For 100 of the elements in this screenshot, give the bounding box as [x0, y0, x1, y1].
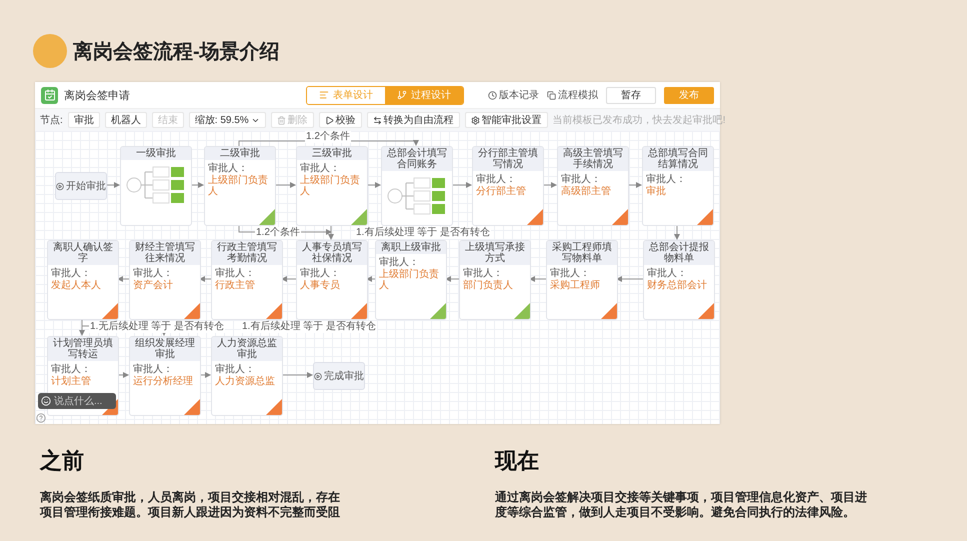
- node-title: 财经主管填写往来情况: [130, 241, 200, 265]
- play-icon: [314, 372, 322, 380]
- approval-node[interactable]: 三级审批 审批人： 上级部门负责人: [296, 146, 368, 226]
- connector-arrow: [274, 182, 296, 188]
- play-icon: [56, 182, 64, 190]
- approver-name: 计划主管: [51, 376, 92, 387]
- approval-node[interactable]: 总部填写合同结算情况 审批人： 审批: [642, 146, 714, 226]
- clock-icon: [488, 90, 497, 100]
- approver-name: 发起人本人: [51, 280, 102, 291]
- approver-label: 审批人：: [379, 257, 420, 268]
- approval-node[interactable]: 人事专员填写社保情况 审批人： 人事专员: [296, 240, 368, 320]
- approver-label: 审批人：: [646, 174, 687, 185]
- approver-name: 运行分析经理: [133, 376, 194, 387]
- connector-arrow: [366, 276, 376, 282]
- approver-name: 资产会计: [133, 280, 174, 291]
- condition-label: 1.无后续处理 等于 是否有转仓: [89, 321, 225, 333]
- chat-field[interactable]: 说点什么...: [38, 393, 116, 409]
- approval-node[interactable]: 分行部主管填写情况 审批人： 分行部主管: [472, 146, 544, 226]
- copy-icon: [547, 90, 556, 100]
- approval-node[interactable]: 上级填写承接方式 审批人： 部门负责人: [459, 240, 531, 320]
- approval-node[interactable]: 高级主管填写手续情况 审批人： 高级部主管: [557, 146, 629, 226]
- condition-node[interactable]: 总部会计填写合同账务: [381, 146, 453, 226]
- connector-arrow: [542, 182, 557, 188]
- node-title: 人力资源总监审批: [212, 337, 282, 361]
- approver-name: 分行部主管: [476, 186, 527, 197]
- approval-node[interactable]: 财经主管填写往来情况 审批人： 资产会计: [129, 240, 201, 320]
- connector-arrow: [445, 276, 460, 282]
- title-dot: [33, 34, 67, 68]
- branch-icon: [397, 90, 407, 100]
- swap-icon: [372, 116, 382, 124]
- help-icon[interactable]: [36, 413, 46, 423]
- node-title: 分行部主管填写情况: [473, 147, 543, 171]
- node-title: 一级审批: [121, 147, 191, 160]
- approver-label: 审批人：: [51, 364, 92, 375]
- node-title: 二级审批: [205, 147, 275, 160]
- approval-node[interactable]: 总部会计提报物料单 审批人： 财务总部会计: [643, 240, 715, 320]
- node-title: 采购工程师填写物料单: [547, 241, 617, 265]
- condition-label: 1.有后续处理 等于 是否有转仓: [355, 227, 491, 239]
- approver-label: 审批人：: [133, 268, 174, 279]
- section-heading: 现在: [495, 447, 540, 475]
- approver-name: 行政主管: [215, 280, 256, 291]
- node-title: 总部会计填写合同账务: [382, 147, 452, 171]
- calendar-icon: [41, 86, 58, 104]
- approver-name: 部门负责人: [463, 280, 514, 291]
- approver-name: 高级部主管: [561, 186, 612, 197]
- section-heading: 之前: [40, 447, 85, 475]
- node-title: 上级填写承接方式: [460, 241, 530, 265]
- approver-label: 审批人：: [133, 364, 174, 375]
- connector-arrow: [199, 276, 212, 282]
- node-title: 行政主管填写考勤情况: [212, 241, 282, 265]
- connector-arrow: [366, 182, 381, 188]
- node-button[interactable]: 审批: [68, 112, 100, 128]
- node-title: 人事专员填写社保情况: [297, 241, 367, 265]
- connector-arrow: [674, 224, 680, 240]
- before-paragraph: 离岗会签纸质审批，人员离岗，项目交接相对混乱，存在项目管理衔接难题。项目新人跟进因为资料不完整而受阻: [40, 490, 341, 520]
- approver-label: 审批人：: [550, 268, 591, 279]
- approver-label: 审批人：: [51, 268, 92, 279]
- connector-arrow: [117, 276, 130, 282]
- toolbar-button[interactable]: 校验: [318, 112, 362, 128]
- approver-name: 审批: [646, 186, 667, 197]
- terminal-node[interactable]: 完成审批: [313, 362, 365, 390]
- approver-label: 审批人：: [561, 174, 602, 185]
- approval-node[interactable]: 采购工程师填写物料单 审批人： 采购工程师: [546, 240, 618, 320]
- node-title: 总部会计提报物料单: [644, 241, 714, 265]
- connector-arrow: [616, 276, 644, 282]
- play-icon: [324, 116, 334, 124]
- header-link[interactable]: 流程模拟: [547, 88, 598, 102]
- toolbar-button[interactable]: 转换为自由流程: [366, 112, 460, 128]
- approver-label: 审批人：: [300, 268, 341, 279]
- toolbar-button[interactable]: 智能审批设置: [464, 112, 548, 128]
- connector-arrow: [280, 372, 313, 378]
- condition-node[interactable]: 一级审批: [120, 146, 192, 226]
- condition-label: 1.2个条件: [305, 131, 351, 143]
- approver-label: 审批人：: [463, 268, 504, 279]
- approver-label: 审批人：: [647, 268, 688, 279]
- connector-arrow: [281, 276, 296, 282]
- branch-drawing: [125, 164, 187, 206]
- zoom-dropdown[interactable]: 缩放: 59.5%: [188, 112, 266, 128]
- connector-arrow: [104, 182, 120, 188]
- approval-node[interactable]: 人力资源总监审批 审批人： 人力资源总监: [211, 336, 283, 416]
- smile-icon: [41, 396, 51, 406]
- node-title: 离职上级审批: [376, 241, 446, 254]
- save-button[interactable]: 暂存: [606, 86, 656, 104]
- approver-label: 审批人：: [476, 174, 517, 185]
- approval-node[interactable]: 离职人确认签字 审批人： 发起人本人: [47, 240, 119, 320]
- approver-name: 上级部门负责人: [379, 269, 440, 291]
- app-title: 离岗会签申请: [64, 88, 130, 102]
- approval-node[interactable]: 离职上级审批 审批人： 上级部门负责人: [375, 240, 447, 320]
- branch-drawing: [386, 175, 448, 217]
- trash-icon: [276, 116, 286, 124]
- approver-name: 采购工程师: [550, 280, 601, 291]
- header-link[interactable]: 版本记录: [488, 88, 539, 102]
- approver-name: 财务总部会计: [647, 280, 708, 291]
- approval-node[interactable]: 组织发展经理审批 审批人： 运行分析经理: [129, 336, 201, 416]
- approver-label: 审批人：: [300, 163, 341, 174]
- node-button[interactable]: 机器人: [104, 112, 147, 128]
- approval-node[interactable]: 行政主管填写考勤情况 审批人： 行政主管: [211, 240, 283, 320]
- node-title: 三级审批: [297, 147, 367, 160]
- approval-node[interactable]: 二级审批 审批人： 上级部门负责人: [204, 146, 276, 226]
- terminal-node[interactable]: 开始审批: [55, 172, 107, 200]
